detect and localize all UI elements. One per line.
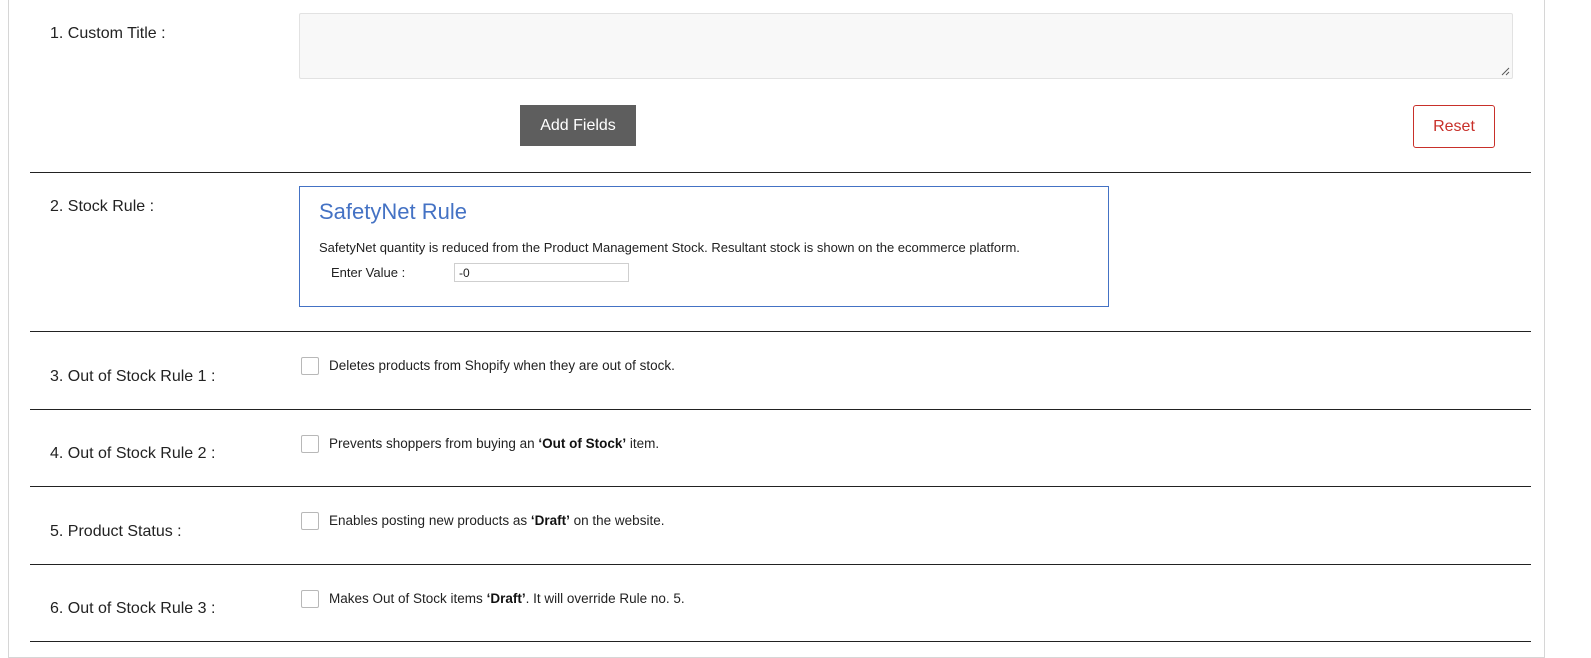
custom-title-textarea[interactable] [299, 13, 1513, 79]
out-of-stock-rule-3-text: Makes Out of Stock items ‘Draft’. It wil… [329, 591, 685, 606]
section-divider [30, 486, 1531, 487]
enter-value-input[interactable] [454, 263, 629, 282]
product-status-label: 5. Product Status : [50, 523, 182, 540]
out-of-stock-rule-3-checkbox[interactable] [301, 590, 319, 608]
reset-button[interactable]: Reset [1413, 105, 1495, 148]
product-status-checkbox[interactable] [301, 512, 319, 530]
settings-panel [8, 0, 1545, 658]
add-fields-button[interactable]: Add Fields [520, 105, 636, 146]
out-of-stock-rule-2-text: Prevents shoppers from buying an ‘Out of… [329, 436, 660, 451]
enter-value-label: Enter Value : [331, 265, 406, 280]
safetynet-rule-title: SafetyNet Rule [319, 199, 467, 224]
safetynet-rule-card: SafetyNet Rule SafetyNet quantity is red… [299, 186, 1109, 307]
section-divider [30, 564, 1531, 565]
section-divider [30, 409, 1531, 410]
section-divider [30, 172, 1531, 173]
out-of-stock-rule-2-label: 4. Out of Stock Rule 2 : [50, 445, 216, 462]
out-of-stock-rule-3-label: 6. Out of Stock Rule 3 : [50, 600, 216, 617]
out-of-stock-rule-2-checkbox[interactable] [301, 435, 319, 453]
stock-rule-label: 2. Stock Rule : [50, 198, 155, 215]
out-of-stock-rule-1-label: 3. Out of Stock Rule 1 : [50, 368, 216, 385]
out-of-stock-rule-1-text: Deletes products from Shopify when they … [329, 358, 675, 373]
custom-title-label: 1. Custom Title : [50, 25, 166, 42]
section-divider [30, 641, 1531, 642]
product-status-text: Enables posting new products as ‘Draft’ … [329, 513, 665, 528]
section-divider [30, 331, 1531, 332]
out-of-stock-rule-1-checkbox[interactable] [301, 357, 319, 375]
safetynet-rule-description: SafetyNet quantity is reduced from the P… [319, 240, 1020, 255]
resize-grip-icon[interactable] [1500, 66, 1510, 76]
